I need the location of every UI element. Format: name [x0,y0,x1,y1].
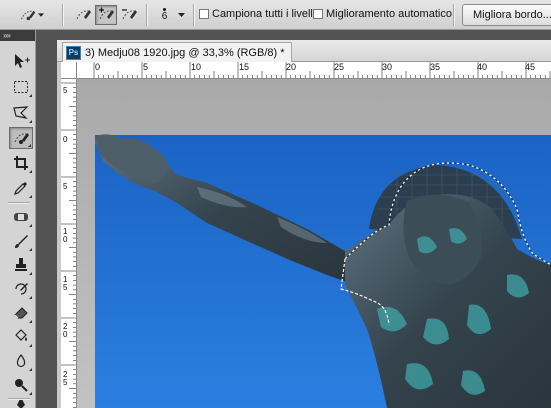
marquee-tool[interactable] [9,76,33,98]
paint-bucket-tool[interactable] [9,326,33,348]
stamp-icon [15,258,27,271]
ruler-h-label: 30 [382,62,393,72]
rectangular-marquee-icon [14,81,28,93]
document-image [77,79,551,408]
magnifier-icon [15,379,28,392]
paint-bucket-icon [15,329,27,341]
sample-all-layers-label: Campiona tutti i livelli [212,8,316,20]
tools-panel: »» [0,30,36,408]
eyedropper-icon [14,182,27,195]
crop-tool[interactable] [9,152,33,174]
quick-selection-tool[interactable] [9,127,33,149]
ruler-origin[interactable] [61,62,77,79]
ruler-h-label: 15 [239,62,250,72]
brush-picker[interactable]: 6 [154,4,188,26]
subtract-from-selection-mode-button[interactable] [118,5,140,25]
chevron-down-icon [177,12,185,17]
history-brush-icon [15,283,28,295]
ruler-h-label: 10 [191,62,202,72]
ruler-h-label: 35 [430,62,441,72]
tool-preset-picker[interactable] [18,4,44,26]
document-title: 3) Medju08 1920.jpg @ 33,3% (RGB/8) * [85,46,285,59]
panel-grip[interactable]: »» [0,30,35,41]
ruler-h-label: 0 [95,62,101,72]
refine-edge-button[interactable]: Migliora bordo... [462,4,551,26]
clone-stamp-tool[interactable] [9,254,33,276]
document-window: Ps 3) Medju08 1920.jpg @ 33,3% (RGB/8) *… [57,40,551,408]
move-tool[interactable] [9,50,33,72]
photoshop-icon: Ps [66,45,81,60]
new-selection-mode-button[interactable] [72,5,94,25]
drop-icon [16,354,26,368]
polygonal-lasso-icon [13,106,29,119]
horizontal-ruler[interactable]: 0 5 10 15 20 25 30 35 40 45 [77,62,551,79]
ruler-v-label: 1 5 [63,275,68,292]
dodge-tool[interactable] [9,374,33,396]
chevron-down-icon [37,12,44,17]
ruler-v-label: 2 5 [63,370,68,387]
move-icon [15,54,30,68]
brush-icon [15,235,28,248]
ruler-v-label: 2 0 [63,322,68,339]
canvas-area[interactable] [77,79,551,408]
brush-tool[interactable] [9,230,33,252]
eraser-tool[interactable] [9,302,33,324]
separator [453,4,454,26]
auto-enhance-checkbox[interactable]: Miglioramento automatico [313,8,452,20]
pen-icon [17,400,25,408]
eraser-icon [14,307,28,319]
quick-selection-new-icon [76,10,91,20]
crop-icon [14,156,28,170]
quick-selection-subtract-icon [122,9,137,20]
document-tab[interactable]: Ps 3) Medju08 1920.jpg @ 33,3% (RGB/8) * [62,42,292,62]
healing-brush-tool[interactable] [9,206,33,228]
ruler-h-label: 45 [525,62,536,72]
auto-enhance-label: Miglioramento automatico [326,8,452,20]
ruler-h-label: 25 [334,62,345,72]
document-tab-bar: Ps 3) Medju08 1920.jpg @ 33,3% (RGB/8) * [57,40,551,62]
brush-preview: 6 [158,7,172,23]
smudge-tool[interactable] [9,350,33,372]
checkbox-box[interactable] [199,9,209,19]
ruler-h-label: 20 [286,62,297,72]
options-bar: 6 Campiona tutti i livelli Miglioramento… [0,0,551,30]
vertical-ruler[interactable]: 5 0 5 1 0 1 5 2 0 2 5 [61,79,77,408]
ruler-h-label: 40 [477,62,488,72]
lasso-tool[interactable] [9,102,33,124]
eyedropper-tool[interactable] [9,177,33,199]
add-to-selection-mode-button[interactable] [95,5,117,25]
sample-all-layers-checkbox[interactable]: Campiona tutti i livelli [199,8,315,20]
checkbox-box[interactable] [313,9,323,19]
separator [193,4,194,26]
ruler-h-label: 5 [143,62,149,72]
bandage-icon [14,213,28,221]
ruler-v-label: 5 [63,86,68,95]
history-brush-tool[interactable] [9,278,33,300]
brush-size-value: 6 [161,10,168,22]
pen-tool[interactable] [9,400,33,408]
separator [146,4,147,26]
ruler-v-label: 1 0 [63,227,68,244]
quick-selection-icon [20,10,36,21]
quick-selection-add-icon [99,7,114,20]
ruler-v-label: 5 [63,182,68,191]
separator [62,4,63,26]
ruler-v-label: 0 [63,135,68,144]
